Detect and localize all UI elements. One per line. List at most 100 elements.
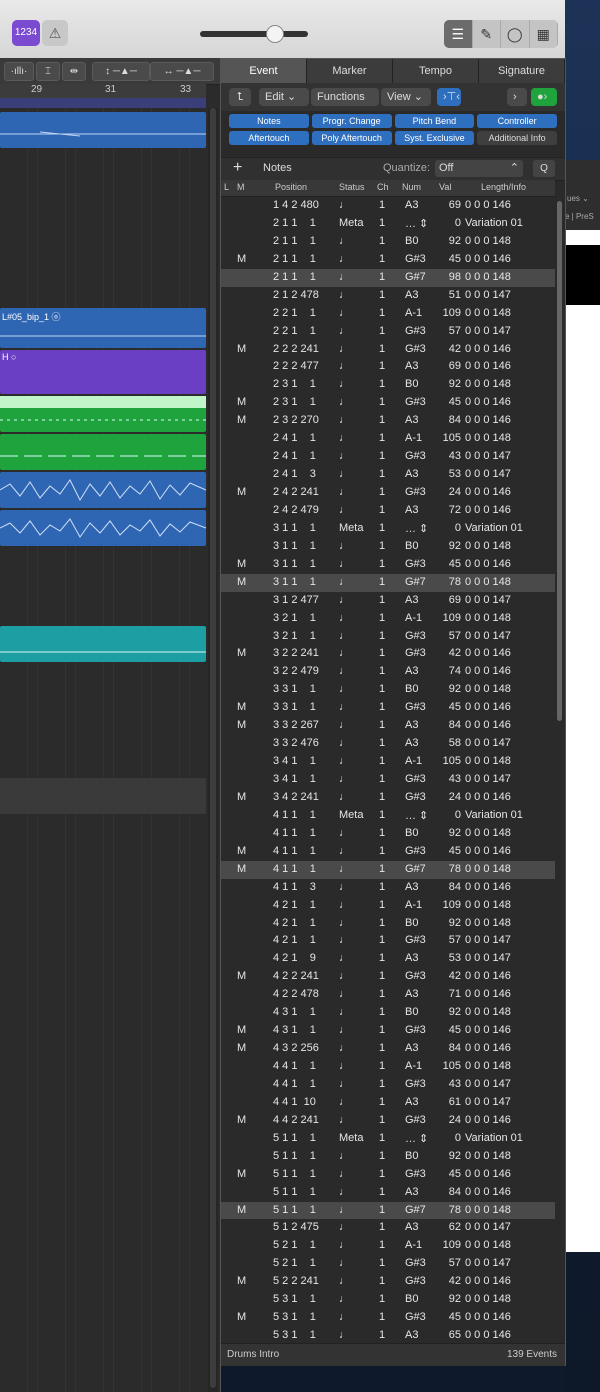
audio-region[interactable] (0, 472, 207, 508)
event-list-scrollbar[interactable] (555, 197, 565, 1341)
scroll-thumb[interactable] (557, 201, 562, 721)
table-row[interactable]: 5 2 1 1 ♩ 1 G#3 57 0 0 0 147 (221, 1255, 555, 1273)
midi-region-green[interactable] (0, 396, 206, 432)
loop-icon[interactable]: ◯ (501, 20, 530, 48)
cycle-area[interactable] (0, 98, 206, 108)
view-menu[interactable]: View ⌄ (381, 88, 431, 106)
col-position[interactable]: Position (275, 182, 307, 192)
filter-notes[interactable]: Notes (229, 114, 309, 128)
edit-menu[interactable]: Edit ⌄ (259, 88, 309, 106)
col-channel[interactable]: Ch (377, 182, 389, 192)
col-length-info[interactable]: Length/Info (481, 182, 526, 192)
audio-region[interactable]: L#05_bip_1 ⓞ (0, 308, 206, 348)
table-row[interactable]: M 4 1 1 1 ♩ 1 G#7 78 0 0 0 148 (221, 860, 555, 879)
filter-additional-info[interactable]: Additional Info (477, 131, 557, 145)
table-row[interactable]: 4 2 1 1 ♩ 1 A-1 109 0 0 0 148 (221, 897, 555, 915)
table-row[interactable]: M 3 3 1 1 ♩ 1 G#3 45 0 0 0 146 (221, 699, 555, 717)
table-row[interactable]: 3 2 2 479 ♩ 1 A3 74 0 0 0 146 (221, 663, 555, 681)
table-row[interactable]: 2 1 2 478 ♩ 1 A3 51 0 0 0 147 (221, 287, 555, 305)
table-row[interactable]: 4 4 1 1 ♩ 1 A-1 105 0 0 0 148 (221, 1058, 555, 1076)
table-row[interactable]: 5 1 1 1 Meta 1 … ⇕ 0 Variation 01 (221, 1130, 555, 1148)
table-row[interactable]: 4 2 1 1 ♩ 1 B0 92 0 0 0 148 (221, 915, 555, 933)
add-icon[interactable]: + (233, 159, 242, 177)
table-row[interactable]: 2 1 1 1 Meta 1 … ⇕ 0 Variation 01 (221, 215, 555, 233)
bar-ruler[interactable]: 29 31 33 (0, 84, 206, 98)
table-row[interactable]: M 3 4 2 241 ♩ 1 G#3 24 0 0 0 146 (221, 789, 555, 807)
table-row[interactable]: M 4 1 1 1 ♩ 1 G#3 45 0 0 0 146 (221, 843, 555, 861)
filter-controller[interactable]: Controller (477, 114, 557, 128)
filter-program-change[interactable]: Progr. Change (311, 114, 392, 128)
table-row[interactable]: 2 1 1 1 ♩ 1 G#7 98 0 0 0 148 (221, 268, 555, 287)
event-list[interactable]: 1 4 2 480 ♩ 1 A3 69 0 0 0 146 2 1 1 1 Meta 1 … ⇕ 0… (221, 197, 555, 1341)
audio-region[interactable] (0, 510, 207, 546)
table-row[interactable]: 4 3 1 1 ♩ 1 B0 92 0 0 0 148 (221, 1004, 555, 1022)
table-row[interactable]: 4 1 1 3 ♩ 1 A3 84 0 0 0 146 (221, 879, 555, 897)
horizontal-zoom-slider[interactable]: ↔ ─▲─ (150, 62, 214, 81)
table-row[interactable]: 1 4 2 480 ♩ 1 A3 69 0 0 0 146 (221, 197, 555, 215)
tab-marker[interactable]: Marker (307, 59, 393, 83)
quantize-select[interactable]: Off ⌃ (435, 160, 523, 177)
midi-in-icon[interactable]: › (507, 88, 527, 106)
up-arrow-icon[interactable]: ⮤ (229, 88, 251, 106)
table-row[interactable]: 4 2 2 478 ♩ 1 A3 71 0 0 0 146 (221, 986, 555, 1004)
table-row[interactable]: 3 3 2 476 ♩ 1 A3 58 0 0 0 147 (221, 735, 555, 753)
list-icon[interactable]: ☰ (444, 20, 473, 48)
table-row[interactable]: M 3 2 2 241 ♩ 1 G#3 42 0 0 0 146 (221, 645, 555, 663)
filter-pitch-bend[interactable]: Pitch Bend (394, 114, 475, 128)
table-row[interactable]: 2 4 1 1 ♩ 1 A-1 105 0 0 0 148 (221, 430, 555, 448)
col-m[interactable]: M (237, 182, 245, 192)
table-row[interactable]: M 2 2 2 241 ♩ 1 G#3 42 0 0 0 146 (221, 341, 555, 359)
master-volume-knob[interactable] (266, 25, 284, 43)
table-row[interactable]: M 3 3 2 267 ♩ 1 A3 84 0 0 0 146 (221, 717, 555, 735)
table-row[interactable]: M 4 2 2 241 ♩ 1 G#3 42 0 0 0 146 (221, 968, 555, 986)
filter-aftertouch[interactable]: Aftertouch (229, 131, 309, 145)
table-row[interactable]: 2 4 1 1 ♩ 1 G#3 43 0 0 0 147 (221, 448, 555, 466)
table-row[interactable]: M 2 1 1 1 ♩ 1 G#3 45 0 0 0 146 (221, 251, 555, 269)
table-row[interactable]: 4 4 1 10 ♩ 1 A3 61 0 0 0 147 (221, 1094, 555, 1112)
audio-region[interactable] (0, 112, 206, 148)
table-row[interactable]: M 2 3 1 1 ♩ 1 G#3 45 0 0 0 146 (221, 394, 555, 412)
table-row[interactable]: 2 3 1 1 ♩ 1 B0 92 0 0 0 148 (221, 376, 555, 394)
tracks-scrollbar[interactable] (208, 108, 218, 1392)
table-row[interactable]: 3 1 2 477 ♩ 1 A3 69 0 0 0 147 (221, 592, 555, 610)
col-status[interactable]: Status (339, 182, 365, 192)
table-row[interactable]: 2 2 1 1 ♩ 1 A-1 109 0 0 0 148 (221, 305, 555, 323)
table-row[interactable]: 4 2 1 9 ♩ 1 A3 53 0 0 0 147 (221, 950, 555, 968)
midi-region[interactable]: H ○ (0, 350, 206, 394)
scroll-thumb[interactable] (210, 108, 216, 1388)
table-row[interactable]: 5 2 1 1 ♩ 1 A-1 109 0 0 0 148 (221, 1237, 555, 1255)
master-volume-slider[interactable] (200, 31, 308, 37)
col-num[interactable]: Num (402, 182, 421, 192)
table-row[interactable]: M 4 4 2 241 ♩ 1 G#3 24 0 0 0 146 (221, 1112, 555, 1130)
browser-icon[interactable]: ▦ (530, 20, 558, 48)
create-type-label[interactable]: Notes (263, 162, 292, 174)
quantize-button[interactable]: Q (533, 160, 555, 177)
tab-tempo[interactable]: Tempo (393, 59, 479, 83)
table-row[interactable]: 3 4 1 1 ♩ 1 G#3 43 0 0 0 147 (221, 771, 555, 789)
table-row[interactable]: M 3 1 1 1 ♩ 1 G#7 78 0 0 0 148 (221, 573, 555, 592)
filter-poly-aftertouch[interactable]: Poly Aftertouch (311, 131, 392, 145)
table-row[interactable]: 2 4 1 3 ♩ 1 A3 53 0 0 0 147 (221, 466, 555, 484)
table-row[interactable]: 4 4 1 1 ♩ 1 G#3 43 0 0 0 147 (221, 1076, 555, 1094)
table-row[interactable]: 5 3 1 1 ♩ 1 B0 92 0 0 0 148 (221, 1291, 555, 1309)
lcd-mode-button[interactable]: 1234 (12, 20, 40, 46)
table-row[interactable]: 4 1 1 1 ♩ 1 B0 92 0 0 0 148 (221, 825, 555, 843)
table-row[interactable]: M 2 3 2 270 ♩ 1 A3 84 0 0 0 146 (221, 412, 555, 430)
vertical-zoom-slider[interactable]: ↕ ─▲─ (92, 62, 150, 81)
table-row[interactable]: 4 2 1 1 ♩ 1 G#3 57 0 0 0 147 (221, 932, 555, 950)
table-row[interactable]: 3 3 1 1 ♩ 1 B0 92 0 0 0 148 (221, 681, 555, 699)
col-l[interactable]: L (224, 182, 229, 192)
midi-out-icon[interactable]: ●› (531, 88, 557, 106)
catch-icon[interactable]: ›⊤‹ (437, 88, 461, 106)
vertical-fit-icon[interactable]: ⌶ (36, 62, 60, 81)
table-row[interactable]: 3 2 1 1 ♩ 1 A-1 109 0 0 0 148 (221, 610, 555, 628)
table-row[interactable]: 2 2 1 1 ♩ 1 G#3 57 0 0 0 147 (221, 323, 555, 341)
table-row[interactable]: 2 1 1 1 ♩ 1 B0 92 0 0 0 148 (221, 233, 555, 251)
table-row[interactable]: M 2 4 2 241 ♩ 1 G#3 24 0 0 0 146 (221, 484, 555, 502)
table-row[interactable]: 3 2 1 1 ♩ 1 G#3 57 0 0 0 147 (221, 628, 555, 646)
midi-region-green[interactable] (0, 434, 206, 470)
table-row[interactable]: 5 1 1 1 ♩ 1 A3 84 0 0 0 146 (221, 1184, 555, 1202)
tab-event[interactable]: Event (221, 59, 307, 83)
metronome-icon[interactable]: ⚠ (42, 20, 68, 46)
audio-region-teal[interactable] (0, 626, 206, 662)
